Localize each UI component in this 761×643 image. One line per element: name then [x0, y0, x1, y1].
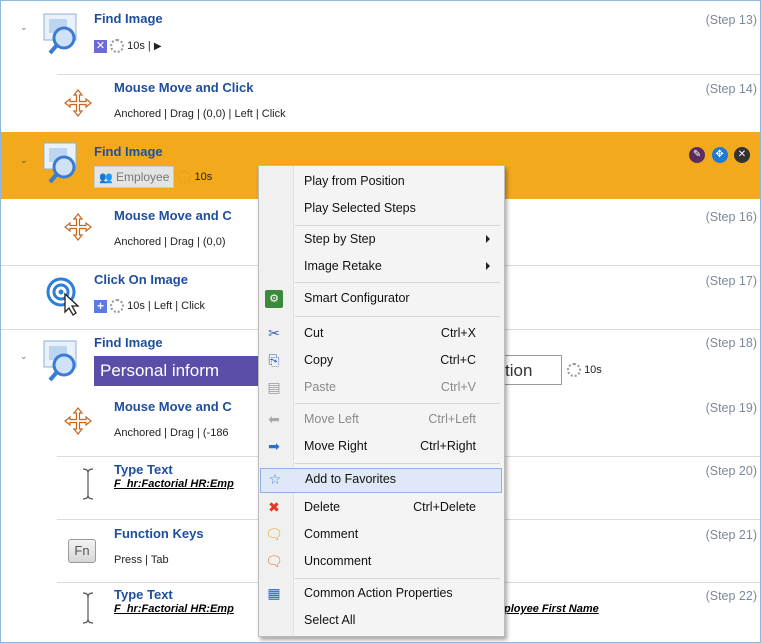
function-key-icon: Fn: [68, 539, 96, 563]
step-title: Find Image: [94, 11, 163, 26]
step-title: Type Text: [114, 587, 173, 602]
step-title: Type Text: [114, 462, 173, 477]
step-details: F_hr:Factorial HR:Emp: [114, 478, 234, 490]
step-title: Click On Image: [94, 272, 188, 287]
captured-image-thumbnail[interactable]: 👥 Employee: [94, 166, 175, 188]
timeout-value: 10s: [194, 170, 213, 183]
arrow-right-icon: ➡: [268, 439, 280, 455]
step-details: F_hr:Factorial HR:Emp: [114, 603, 234, 615]
timer-icon: [177, 170, 192, 184]
comment-icon: 🗨: [265, 527, 283, 543]
menu-item-cut[interactable]: ✂ Cut Ctrl+X: [260, 323, 502, 345]
menu-item-move-right[interactable]: ➡ Move Right Ctrl+Right: [260, 436, 502, 458]
step-row[interactable]: Mouse Move and Click (Step 14) Anchored …: [1, 75, 760, 132]
menu-item-image-retake[interactable]: Image Retake: [260, 256, 502, 278]
arrow-left-icon: ⬅: [268, 412, 280, 428]
menu-item-play-selected-steps[interactable]: Play Selected Steps: [260, 198, 502, 220]
paste-icon: ▤: [267, 380, 281, 396]
step-details-end: ployee First Name: [504, 603, 599, 615]
star-icon: ☆: [268, 472, 282, 488]
menu-item-play-from-position[interactable]: Play from Position: [260, 171, 502, 193]
people-icon: 👥: [99, 172, 113, 184]
row-actions: ✎ ✥ ✕: [687, 144, 750, 163]
timer-icon: [110, 299, 125, 313]
edit-icon[interactable]: ✎: [689, 147, 706, 163]
step-title: Function Keys: [114, 526, 204, 541]
menu-item-copy[interactable]: ⎘ Copy Ctrl+C: [260, 350, 502, 372]
move-cursor-icon: [63, 406, 93, 441]
step-number: (Step 16): [705, 210, 757, 224]
step-title: Mouse Move and C: [114, 208, 232, 223]
smart-configurator-icon: ⚙: [265, 290, 283, 308]
step-details: Press | Tab: [114, 554, 169, 566]
step-title: Mouse Move and C: [114, 399, 232, 414]
step-title: Find Image: [94, 144, 163, 159]
step-number: (Step 13): [705, 13, 757, 27]
submenu-arrow-icon: [486, 262, 490, 270]
menu-item-smart-configurator[interactable]: ⚙ Smart Configurator: [260, 288, 502, 310]
step-number: (Step 20): [705, 464, 757, 478]
step-details: 👥 Employee 10s: [94, 166, 212, 188]
collapse-chevron-icon[interactable]: ⌄: [20, 156, 28, 166]
text-cursor-icon: [81, 591, 95, 630]
captured-image-banner-end[interactable]: tion: [502, 355, 562, 385]
timer-icon: [110, 39, 125, 53]
step-details: 10s: [567, 363, 602, 377]
move-icon[interactable]: ✥: [711, 147, 728, 163]
properties-icon: ▦: [267, 586, 281, 602]
captured-image-banner[interactable]: Personal inform: [94, 356, 259, 386]
menu-item-step-by-step[interactable]: Step by Step: [260, 229, 502, 251]
step-number: (Step 19): [705, 401, 757, 415]
find-image-icon: [42, 11, 88, 66]
step-number: (Step 14): [705, 82, 757, 96]
step-details: Anchored | Drag | (0,0): [114, 236, 226, 248]
collapse-chevron-icon[interactable]: ⌄: [20, 23, 28, 33]
step-title: Mouse Move and Click: [114, 80, 254, 95]
menu-item-add-to-favorites[interactable]: ☆ Add to Favorites: [260, 468, 502, 493]
menu-item-comment[interactable]: 🗨 Comment: [260, 524, 502, 546]
move-cursor-icon: [63, 212, 93, 247]
menu-item-delete[interactable]: ✖ Delete Ctrl+Delete: [260, 497, 502, 519]
menu-item-uncomment[interactable]: 🗨 Uncomment: [260, 551, 502, 573]
copy-icon: ⎘: [268, 353, 280, 369]
step-details: Anchored | Drag | (-186: [114, 427, 229, 439]
find-image-icon: [42, 140, 88, 195]
step-title: Find Image: [94, 335, 163, 350]
timeout-value: 10s: [127, 39, 145, 52]
menu-item-move-left[interactable]: ⬅ Move Left Ctrl+Left: [260, 409, 502, 431]
context-menu: Play from Position Play Selected Steps S…: [258, 165, 505, 637]
step-details: Anchored | Drag | (0,0) | Left | Click: [114, 108, 286, 120]
step-details: ✕ 10s | ▶: [94, 39, 162, 53]
click-details: 10s | Left | Click: [127, 299, 205, 312]
scissors-icon: ✂: [268, 326, 280, 342]
text-cursor-icon: [81, 467, 95, 506]
banner-text-end: tion: [505, 361, 533, 380]
step-number: (Step 21): [705, 528, 757, 542]
step-number: (Step 18): [705, 336, 757, 350]
delete-icon: ✖: [268, 500, 280, 516]
move-cursor-icon: [63, 88, 93, 123]
find-image-icon: [42, 338, 88, 393]
menu-item-common-action-properties[interactable]: ▦ Common Action Properties: [260, 583, 502, 605]
step-number: (Step 22): [705, 589, 757, 603]
menu-item-select-all[interactable]: Select All: [260, 610, 502, 632]
step-row[interactable]: ⌄ Find Image (Step 13) ✕ 10s | ▶: [1, 1, 760, 75]
step-details: + 10s | Left | Click: [94, 299, 205, 313]
steps-panel: ⌄ Find Image (Step 13) ✕ 10s | ▶ Mouse M…: [0, 0, 761, 643]
timeout-value: 10s: [584, 363, 602, 376]
submenu-arrow-icon: [486, 235, 490, 243]
banner-text: Personal inform: [100, 361, 220, 380]
step-number: (Step 17): [705, 274, 757, 288]
collapse-chevron-icon[interactable]: ⌄: [20, 352, 28, 362]
employee-text: Employee: [116, 170, 170, 184]
add-icon[interactable]: +: [94, 299, 107, 313]
close-icon[interactable]: ✕: [734, 147, 750, 163]
timer-icon: [567, 363, 581, 377]
remove-icon[interactable]: ✕: [94, 39, 107, 53]
click-on-image-icon: [45, 276, 85, 321]
menu-item-paste[interactable]: ▤ Paste Ctrl+V: [260, 377, 502, 399]
play-icon[interactable]: ▶: [154, 41, 162, 52]
uncomment-icon: 🗨: [265, 554, 283, 570]
